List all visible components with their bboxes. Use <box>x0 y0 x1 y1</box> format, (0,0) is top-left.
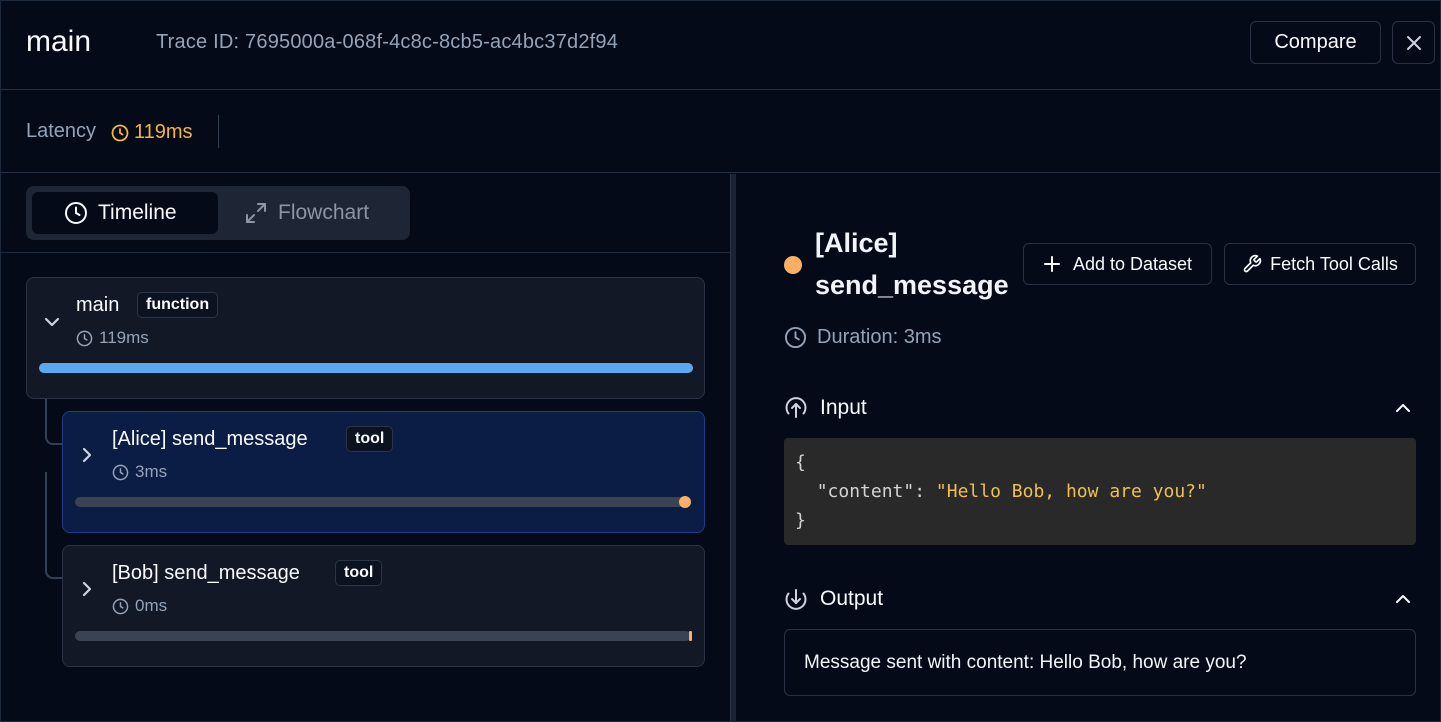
plus-icon <box>1043 255 1061 273</box>
tree-connector <box>45 472 63 579</box>
clock-icon <box>111 124 129 142</box>
json-open-brace: { <box>795 452 806 473</box>
close-icon <box>1405 34 1423 52</box>
span-duration-text: 119ms <box>99 328 149 347</box>
span-duration: 119ms <box>76 328 149 348</box>
wrench-icon <box>1242 254 1262 274</box>
input-section-header[interactable]: Input <box>784 393 1416 423</box>
span-duration: 3ms <box>112 462 167 482</box>
trace-viewer: main Trace ID: 7695000a-068f-4c8c-8cb5-a… <box>0 0 1441 722</box>
clock-icon <box>112 598 129 615</box>
span-detail-title: [Alice] send_message <box>815 222 1020 306</box>
trace-id: Trace ID: 7695000a-068f-4c8c-8cb5-ac4bc3… <box>156 31 619 53</box>
span-tree-pane: Timeline Flowchart main function 119ms [… <box>1 174 730 722</box>
output-section-header[interactable]: Output <box>784 584 1416 614</box>
latency-label: Latency <box>26 120 97 142</box>
tree-connector <box>45 399 63 445</box>
span-progress-track <box>75 631 691 641</box>
span-type-badge: tool <box>346 426 394 452</box>
span-detail-pane: [Alice] send_message Add to Dataset Fetc… <box>736 174 1441 722</box>
span-detail-duration: Duration: 3ms <box>784 326 942 349</box>
add-to-dataset-button[interactable]: Add to Dataset <box>1023 243 1212 285</box>
clock-icon <box>64 201 88 225</box>
chevron-right-icon[interactable] <box>77 445 97 465</box>
span-name: main <box>76 294 120 316</box>
compare-button[interactable]: Compare <box>1250 21 1381 64</box>
divider <box>1 252 730 253</box>
span-detail-title-line2: send_message <box>815 270 1009 300</box>
arrow-up-circle-icon <box>784 396 808 420</box>
section-heading: Output <box>820 587 884 610</box>
span-name: [Alice] send_message <box>112 428 308 450</box>
expand-arrows-icon <box>244 201 268 225</box>
trace-title: main <box>26 25 92 58</box>
button-label: Add to Dataset <box>1072 253 1193 274</box>
clock-icon <box>784 326 807 349</box>
close-button[interactable] <box>1392 21 1435 64</box>
span-progress-track <box>75 497 691 507</box>
span-card-main[interactable]: main function 119ms <box>26 277 705 399</box>
view-tabs: Timeline Flowchart <box>26 186 410 240</box>
clock-icon <box>112 464 129 481</box>
input-json-block: { "content": "Hello Bob, how are you?"} <box>784 438 1416 545</box>
chevron-right-icon[interactable] <box>77 579 97 599</box>
span-type-badge: tool <box>335 560 383 586</box>
json-value: "Hello Bob, how are you?" <box>935 481 1207 502</box>
latency-value: 119ms <box>111 121 193 144</box>
chevron-up-icon[interactable] <box>1394 399 1412 417</box>
arrow-down-circle-icon <box>784 587 808 611</box>
tab-label: Timeline <box>98 201 177 224</box>
span-progress-bar <box>39 363 693 373</box>
span-progress-marker <box>689 631 692 641</box>
fetch-tool-calls-button[interactable]: Fetch Tool Calls <box>1224 243 1416 285</box>
output-text-box: Message sent with content: Hello Bob, ho… <box>784 629 1416 696</box>
span-type-badge: function <box>137 292 219 318</box>
span-name: [Bob] send_message <box>112 562 300 584</box>
section-heading: Input <box>820 396 867 419</box>
span-duration: 0ms <box>112 596 167 616</box>
span-duration-text: 0ms <box>135 596 168 615</box>
json-line: "content": "Hello Bob, how are you?" <box>816 481 1207 502</box>
divider <box>218 115 219 148</box>
status-dot <box>784 256 802 274</box>
span-card-alice-send-message[interactable]: [Alice] send_message tool 3ms <box>62 411 705 533</box>
chevron-down-icon[interactable] <box>42 312 62 332</box>
tab-label: Flowchart <box>278 201 370 224</box>
button-label: Fetch Tool Calls <box>1270 253 1398 274</box>
span-detail-title-line1: [Alice] <box>815 228 898 258</box>
latency-value-text: 119ms <box>134 121 193 143</box>
span-card-bob-send-message[interactable]: [Bob] send_message tool 0ms <box>62 545 705 667</box>
json-key: "content" <box>816 481 915 502</box>
tab-timeline[interactable]: Timeline <box>32 192 218 234</box>
chevron-up-icon[interactable] <box>1394 590 1412 608</box>
tab-flowchart[interactable]: Flowchart <box>234 192 404 234</box>
span-progress-marker <box>679 496 691 508</box>
span-progress-track <box>39 363 693 373</box>
span-duration-text: 3ms <box>135 462 168 481</box>
duration-text: Duration: 3ms <box>817 326 942 348</box>
clock-icon <box>76 330 93 347</box>
json-close-brace: } <box>795 510 806 531</box>
header: main Trace ID: 7695000a-068f-4c8c-8cb5-a… <box>1 1 1441 90</box>
latency-bar: Latency 119ms <box>1 91 1441 173</box>
